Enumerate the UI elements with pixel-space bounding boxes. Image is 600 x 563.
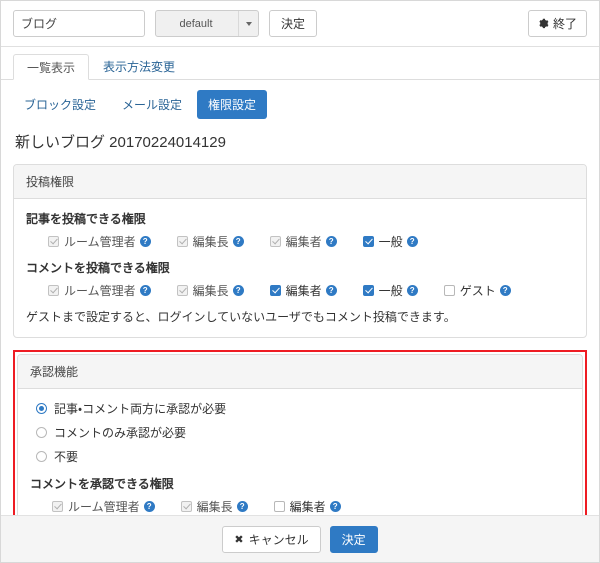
close-icon: ✖ — [234, 533, 244, 546]
checkbox-icon[interactable] — [180, 501, 192, 512]
help-icon[interactable]: ? — [232, 285, 244, 296]
checkbox-comment-room-admin[interactable]: ルーム管理者 ? — [48, 282, 151, 299]
checkbox-icon[interactable] — [443, 285, 455, 296]
checkbox-icon[interactable] — [52, 501, 63, 512]
checkbox-article-general[interactable]: 一般 ? — [362, 233, 418, 250]
post-permission-body: 記事を投稿できる権限 ルーム管理者 ? 編集長 ? 編集者 ? 一般 ? コメン… — [14, 199, 586, 337]
exit-button[interactable]: 終了 — [527, 10, 587, 37]
main-tab-bar: 一覧表示 表示方法変更 — [1, 47, 599, 80]
block-name-input[interactable] — [13, 10, 145, 37]
help-icon[interactable]: ? — [139, 285, 151, 296]
frame-select[interactable]: default — [155, 10, 259, 37]
checkbox-icon[interactable] — [48, 236, 59, 247]
checkbox-icon[interactable] — [269, 236, 281, 247]
help-icon[interactable]: ? — [499, 285, 511, 296]
content-area: ブロック設定 メール設定 権限設定 新しいブログ 20170224014129 … — [1, 80, 599, 515]
checkbox-comment-general[interactable]: 一般 ? — [362, 282, 418, 299]
checkbox-icon[interactable] — [273, 501, 285, 512]
help-icon[interactable]: ? — [143, 501, 155, 512]
checkbox-approver-editor[interactable]: 編集者 ? — [273, 498, 341, 515]
checkbox-comment-guest[interactable]: ゲスト ? — [443, 282, 511, 299]
radio-icon[interactable] — [36, 427, 47, 438]
checkbox-comment-chief-editor[interactable]: 編集長 ? — [176, 282, 244, 299]
radio-comment-only-approval[interactable]: コメントのみ承認が必要 — [30, 424, 570, 441]
help-icon[interactable]: ? — [329, 501, 341, 512]
frame-select-value: default — [179, 17, 213, 30]
checkbox-approver-chief-editor[interactable]: 編集長 ? — [180, 498, 248, 515]
radio-icon[interactable] — [36, 403, 47, 414]
comment-permission-label: コメントを投稿できる権限 — [26, 261, 170, 275]
decide-button[interactable]: 決定 — [329, 525, 378, 553]
checkbox-icon[interactable] — [362, 285, 374, 296]
toolbar-decide-button[interactable]: 決定 — [269, 10, 318, 37]
tab-list-view[interactable]: 一覧表示 — [13, 54, 90, 80]
approval-body: 記事・コメント両方に承認が必要 コメントのみ承認が必要 不要 コメントを承認でき… — [18, 389, 582, 515]
checkbox-icon[interactable] — [362, 236, 374, 247]
article-permission-options: ルーム管理者 ? 編集長 ? 編集者 ? 一般 ? — [26, 233, 574, 250]
checkbox-comment-editor[interactable]: 編集者 ? — [269, 282, 337, 299]
checkbox-icon[interactable] — [269, 285, 281, 296]
help-icon[interactable]: ? — [139, 236, 151, 247]
checkbox-icon[interactable] — [176, 236, 188, 247]
subtab-block-settings[interactable]: ブロック設定 — [13, 90, 107, 119]
cancel-button-label: キャンセル — [248, 532, 309, 547]
checkbox-article-chief-editor[interactable]: 編集長 ? — [176, 233, 244, 250]
guest-permission-note: ゲストまで設定すると、ログインしていないユーザでもコメント投稿できます。 — [26, 310, 456, 324]
radio-no-approval[interactable]: 不要 — [30, 448, 570, 465]
help-icon[interactable]: ? — [406, 285, 418, 296]
checkbox-article-editor[interactable]: 編集者 ? — [269, 233, 337, 250]
post-permission-panel: 投稿権限 記事を投稿できる権限 ルーム管理者 ? 編集長 ? 編集者 ? 一般 … — [13, 164, 587, 338]
help-icon[interactable]: ? — [232, 236, 244, 247]
comment-permission-options: ルーム管理者 ? 編集長 ? 編集者 ? 一般 ? ゲスト ? — [26, 282, 574, 299]
page-title: 新しいブログ 20170224014129 — [15, 134, 226, 151]
chevron-down-icon — [238, 11, 258, 36]
checkbox-icon[interactable] — [48, 285, 59, 296]
help-icon[interactable]: ? — [325, 236, 337, 247]
application-window: default 決定 終了 一覧表示 表示方法変更 ブロック設定 メール設定 — [0, 0, 600, 563]
radio-icon[interactable] — [36, 451, 47, 462]
help-icon[interactable]: ? — [325, 285, 337, 296]
top-toolbar: default 決定 終了 — [1, 1, 599, 47]
radio-both-require-approval[interactable]: 記事・コメント両方に承認が必要 — [30, 400, 570, 417]
settings-subtab-bar: ブロック設定 メール設定 権限設定 — [13, 90, 587, 119]
approval-highlight-box: 承認機能 記事・コメント両方に承認が必要 コメントのみ承認が必要 不要 コメント… — [13, 350, 587, 515]
subtab-permission-settings[interactable]: 権限設定 — [197, 90, 268, 119]
checkbox-approver-room-admin[interactable]: ルーム管理者 ? — [52, 498, 155, 515]
cancel-button[interactable]: ✖ キャンセル — [222, 525, 321, 553]
approver-permission-label: コメントを承認できる権限 — [30, 477, 174, 491]
subtab-mail-settings[interactable]: メール設定 — [111, 90, 193, 119]
approval-panel: 承認機能 記事・コメント両方に承認が必要 コメントのみ承認が必要 不要 コメント… — [17, 354, 583, 515]
tab-display-method[interactable]: 表示方法変更 — [89, 53, 189, 79]
help-icon[interactable]: ? — [406, 236, 418, 247]
article-permission-label: 記事を投稿できる権限 — [26, 212, 146, 226]
exit-button-label: 終了 — [552, 17, 577, 31]
post-permission-heading: 投稿権限 — [14, 165, 586, 199]
checkbox-icon[interactable] — [176, 285, 188, 296]
help-icon[interactable]: ? — [236, 501, 248, 512]
approver-permission-options: ルーム管理者 ? 編集長 ? 編集者 ? — [30, 498, 570, 515]
form-footer: ✖ キャンセル 決定 — [1, 515, 599, 562]
checkbox-article-room-admin[interactable]: ルーム管理者 ? — [48, 233, 151, 250]
gear-icon — [538, 18, 549, 29]
approval-heading: 承認機能 — [18, 355, 582, 389]
